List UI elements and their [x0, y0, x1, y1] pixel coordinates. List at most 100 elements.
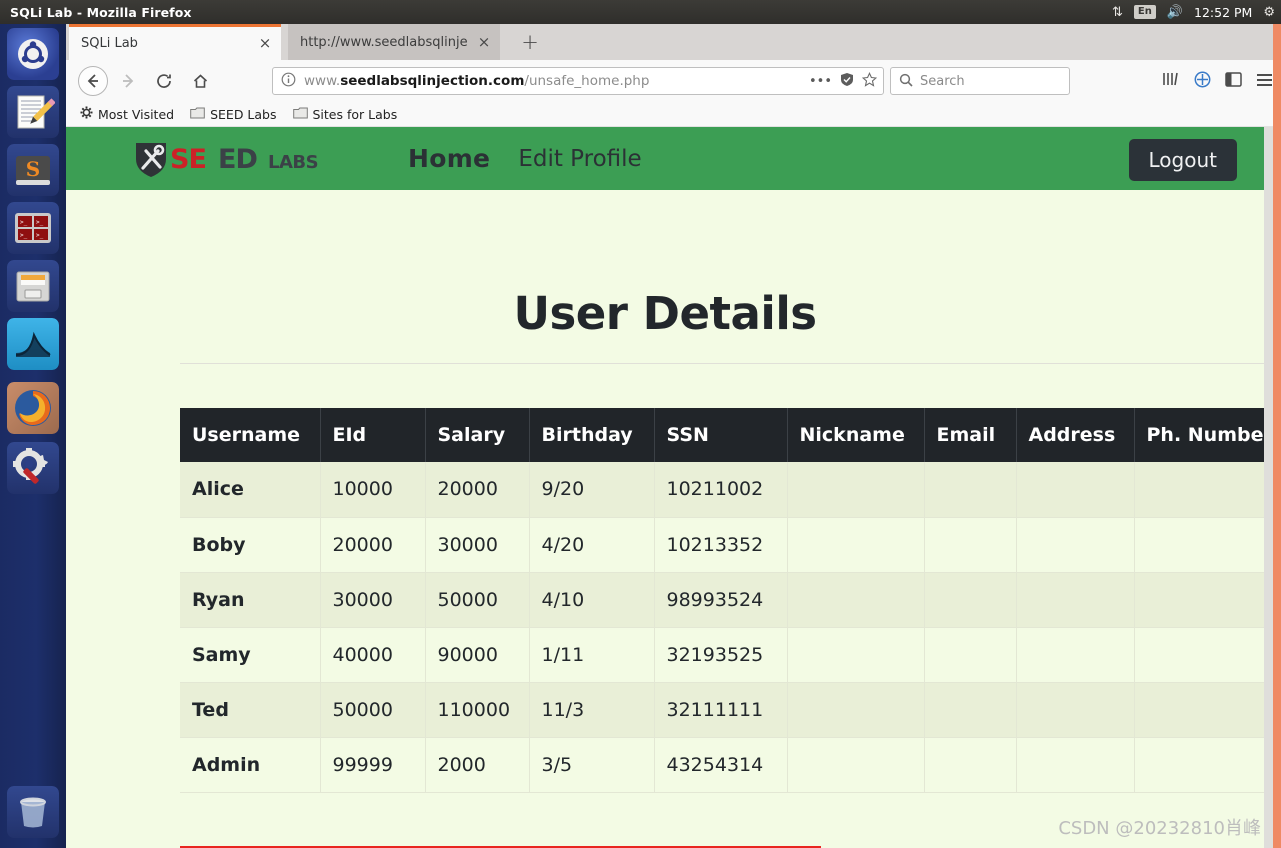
- cell-ph-number: [1134, 462, 1281, 518]
- cell-address: [1016, 517, 1135, 573]
- tab-close-icon[interactable]: ×: [257, 36, 273, 51]
- cell-ph-number: [1134, 627, 1281, 683]
- column-header-address[interactable]: Address: [1016, 408, 1135, 462]
- hamburger-menu-icon[interactable]: [1256, 72, 1273, 91]
- search-bar[interactable]: Search: [890, 67, 1070, 95]
- unity-launcher: S >_ >_ >_ >_: [0, 24, 66, 848]
- cell-username: Ted: [180, 682, 321, 738]
- cell-salary: 90000: [425, 627, 530, 683]
- volume-icon[interactable]: 🔊: [1167, 6, 1183, 19]
- cell-username: Alice: [180, 462, 321, 518]
- page-info-icon[interactable]: [281, 72, 296, 91]
- tab-seedlabs-url[interactable]: http://www.seedlabsqlinje ×: [288, 24, 500, 60]
- cell-ssn: 32111111: [654, 682, 788, 738]
- terminal-icon[interactable]: >_ >_ >_ >_: [7, 202, 59, 254]
- clock-indicator[interactable]: 12:52 PM: [1194, 5, 1252, 20]
- logout-button[interactable]: Logout: [1128, 139, 1237, 181]
- tab-close-icon[interactable]: ×: [476, 34, 492, 50]
- bookmark-star-icon[interactable]: [861, 71, 878, 91]
- gear-icon: [80, 106, 93, 122]
- cell-salary: 50000: [425, 572, 530, 628]
- bookmark-seed-labs[interactable]: SEED Labs: [190, 107, 277, 122]
- cell-nickname: [787, 572, 925, 628]
- ellipsis-icon[interactable]: •••: [809, 74, 832, 89]
- cell-salary: 110000: [425, 682, 530, 738]
- address-bar[interactable]: www.seedlabsqlinjection.com/unsafe_home.…: [272, 67, 884, 95]
- library-icon[interactable]: [1162, 71, 1180, 91]
- cell-salary: 20000: [425, 462, 530, 518]
- sidebar-toggle-icon[interactable]: [1225, 71, 1242, 91]
- column-header-ssn[interactable]: SSN: [654, 408, 788, 462]
- table-row: Admin 99999 2000 3/5 43254314: [180, 737, 1281, 793]
- cell-email: [924, 627, 1017, 683]
- system-settings-icon[interactable]: [7, 442, 59, 494]
- home-button[interactable]: [184, 65, 216, 97]
- text-editor-icon[interactable]: [7, 86, 59, 138]
- column-header-username[interactable]: Username: [180, 408, 321, 462]
- cell-eid: 50000: [320, 682, 426, 738]
- ubuntu-dash-icon[interactable]: [7, 28, 59, 80]
- cell-address: [1016, 572, 1135, 628]
- column-header-salary[interactable]: Salary: [425, 408, 530, 462]
- seedlabs-logo[interactable]: SE ED LABS: [132, 139, 362, 179]
- forward-button: [112, 65, 144, 97]
- cell-birthday: 1/11: [529, 627, 655, 683]
- trash-icon[interactable]: [7, 786, 59, 838]
- sublime-text-icon[interactable]: S: [7, 144, 59, 196]
- sync-account-icon[interactable]: [1194, 71, 1211, 92]
- tab-sqli-lab[interactable]: SQLi Lab ×: [69, 24, 281, 60]
- column-header-eid[interactable]: EId: [320, 408, 426, 462]
- table-body: Alice 10000 20000 9/20 10211002 Boby 20000 3000…: [180, 462, 1281, 793]
- cell-eid: 10000: [320, 462, 426, 518]
- shield-icon[interactable]: [840, 72, 854, 91]
- bookmark-sites-for-labs[interactable]: Sites for Labs: [292, 106, 398, 122]
- tab-title: SQLi Lab: [81, 36, 138, 51]
- cell-nickname: [787, 462, 925, 518]
- nav-link-edit-profile[interactable]: Edit Profile: [518, 146, 641, 172]
- toolbar-right-icons: [1162, 67, 1273, 95]
- page-title: User Details: [513, 287, 817, 340]
- page-scrollbar[interactable]: [1264, 127, 1273, 848]
- column-header-phone[interactable]: Ph. Number: [1134, 408, 1281, 462]
- url-text: www.seedlabsqlinjection.com/unsafe_home.…: [304, 73, 650, 89]
- svg-text:S: S: [26, 157, 40, 181]
- reload-button[interactable]: [148, 65, 180, 97]
- site-navbar: SE ED LABS Home Edit Profile Logout: [66, 127, 1264, 190]
- firefox-icon[interactable]: [7, 382, 59, 434]
- cell-email: [924, 682, 1017, 738]
- column-header-nickname[interactable]: Nickname: [787, 408, 925, 462]
- user-details-table: Username EId Salary Birthday SSN Nicknam…: [180, 408, 1281, 793]
- wireshark-icon[interactable]: [7, 318, 59, 370]
- cell-nickname: [787, 737, 925, 793]
- new-tab-button[interactable]: +: [512, 24, 548, 60]
- site-nav-links: Home Edit Profile: [408, 127, 642, 190]
- bookmark-most-visited[interactable]: Most Visited: [80, 106, 174, 122]
- cell-username: Boby: [180, 517, 321, 573]
- cell-address: [1016, 682, 1135, 738]
- power-gear-icon[interactable]: ⚙: [1263, 6, 1275, 19]
- file-manager-icon[interactable]: [7, 260, 59, 312]
- folder-icon: [190, 107, 205, 122]
- svg-text:ED: ED: [218, 144, 257, 175]
- cell-ssn: 32193525: [654, 627, 788, 683]
- cell-username: Samy: [180, 627, 321, 683]
- network-updown-icon[interactable]: ⇅: [1112, 6, 1123, 19]
- cell-email: [924, 737, 1017, 793]
- keyboard-layout-indicator[interactable]: En: [1133, 5, 1156, 19]
- back-button[interactable]: [78, 66, 108, 96]
- bookmark-label: Sites for Labs: [312, 106, 398, 122]
- search-icon: [899, 72, 913, 91]
- svg-text:>_: >_: [20, 232, 28, 239]
- bookmark-label: Most Visited: [98, 106, 175, 122]
- table-row: Boby 20000 30000 4/20 10213352: [180, 517, 1281, 573]
- svg-text:>_: >_: [20, 219, 28, 226]
- cell-eid: 30000: [320, 572, 426, 628]
- cell-ssn: 98993524: [654, 572, 788, 628]
- cell-username: Ryan: [180, 572, 321, 628]
- column-header-email[interactable]: Email: [924, 408, 1017, 462]
- nav-link-home[interactable]: Home: [408, 144, 490, 173]
- bookmarks-toolbar: Most Visited SEED Labs Sites for Labs: [66, 102, 1281, 127]
- table-row: Ted 50000 110000 11/3 32111111: [180, 682, 1281, 738]
- column-header-birthday[interactable]: Birthday: [529, 408, 655, 462]
- tab-title: http://www.seedlabsqlinje: [300, 34, 468, 50]
